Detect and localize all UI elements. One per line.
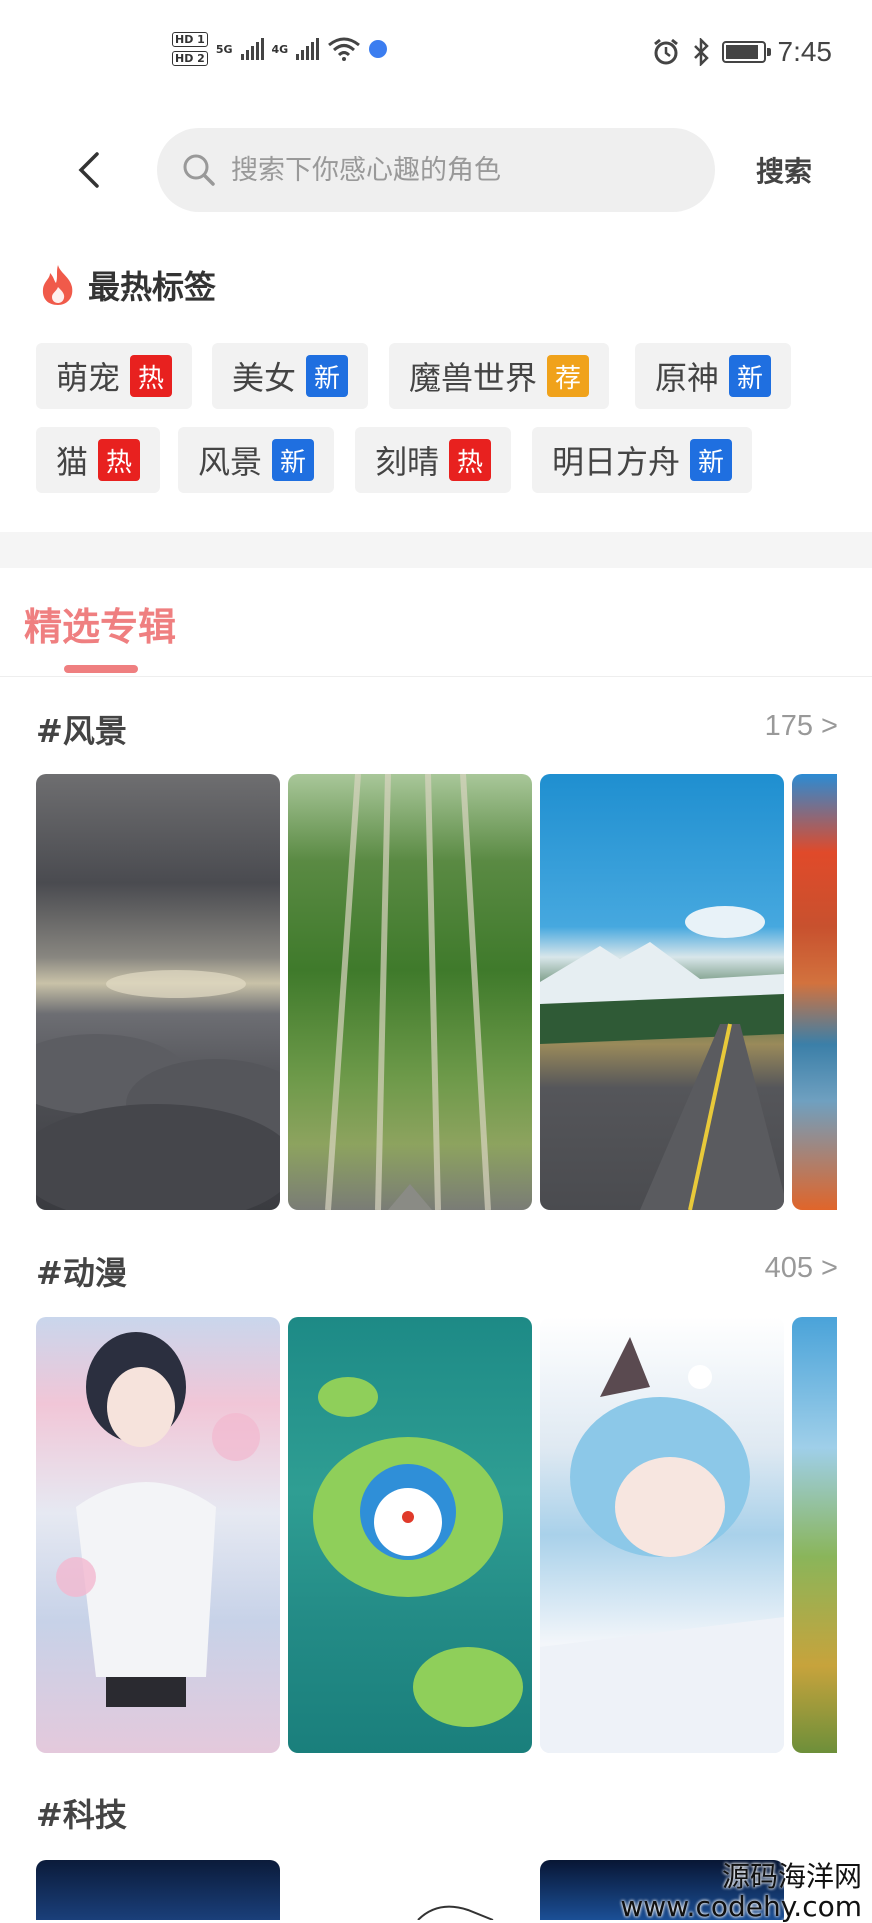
battery-icon [721, 41, 771, 63]
wallpaper-thumbnail-clouds[interactable] [36, 774, 280, 1210]
sketch-image [417, 1905, 494, 1920]
status-time: 7:45 [777, 36, 833, 67]
category-title-tech[interactable]: #科技 [36, 1790, 127, 1836]
tag-item[interactable]: 萌宠 热 [36, 343, 193, 409]
category-count-anime[interactable]: 405 > [765, 1252, 838, 1285]
watermark-line1: 源码海洋网 [721, 1860, 862, 1893]
search-input[interactable] [229, 153, 693, 187]
tag-item[interactable]: 美女 新 [212, 343, 369, 409]
status-left: HD 1 HD 2 5G 4G [172, 32, 388, 66]
signal-icon [240, 38, 264, 60]
tag-badge: 新 [272, 439, 315, 481]
flame-icon [42, 265, 73, 305]
tag-item[interactable]: 风景 新 [178, 427, 335, 493]
signal-icon-2 [296, 38, 320, 60]
wallpaper-thumbnail-sketch[interactable] [288, 1860, 532, 1920]
chevron-left-icon [78, 152, 99, 188]
wallpaper-thumbnail-doraemon[interactable] [288, 1317, 532, 1753]
tag-name: 魔兽世界 [409, 359, 538, 397]
status-bar: HD 1 HD 2 5G 4G 7:45 [0, 0, 872, 110]
tag-name: 美女 [232, 359, 297, 397]
tree-image [325, 774, 491, 1210]
alarm-icon [653, 38, 678, 65]
tag-badge: 荐 [547, 355, 590, 397]
hd2-label: HD 2 [172, 51, 208, 66]
cloud-image [36, 970, 280, 1210]
hot-tags-title: 最热标签 [88, 268, 217, 306]
wallpaper-thumbnail-anime-cat[interactable] [540, 1317, 784, 1753]
network-5g-label: 5G [215, 42, 233, 56]
tag-name: 刻晴 [375, 443, 440, 481]
tag-name: 原神 [655, 359, 720, 397]
tag-badge: 热 [130, 355, 173, 397]
tag-item[interactable]: 明日方舟 新 [532, 427, 753, 493]
tag-badge: 新 [306, 355, 349, 397]
watermark-line2: www.codehy.com [620, 1890, 862, 1923]
search-bar[interactable] [157, 128, 715, 212]
search-icon [183, 154, 215, 186]
wallpaper-thumbnail-landscape[interactable] [792, 1317, 837, 1753]
network-4g-label: 4G [271, 42, 289, 56]
wallpaper-thumbnail-trees[interactable] [288, 774, 532, 1210]
tag-badge: 热 [449, 439, 492, 481]
tag-badge: 热 [98, 439, 141, 481]
tag-name: 明日方舟 [552, 443, 681, 481]
road-image [540, 906, 784, 1210]
section-divider [0, 532, 872, 568]
tag-item[interactable]: 原神 新 [635, 343, 792, 409]
hd-indicators: HD 1 HD 2 [172, 32, 208, 66]
tag-item[interactable]: 魔兽世界 荐 [389, 343, 610, 409]
back-button[interactable] [68, 150, 108, 190]
tag-name: 风景 [198, 443, 263, 481]
search-button[interactable]: 搜索 [756, 150, 812, 190]
tag-name: 萌宠 [56, 359, 121, 397]
wallpaper-thumbnail-space[interactable] [36, 1860, 280, 1920]
hot-tags-header: 最热标签 [38, 262, 216, 308]
tag-badge: 新 [729, 355, 772, 397]
tag-name: 猫 [56, 443, 89, 481]
tab-divider [0, 676, 872, 677]
hd1-label: HD 1 [172, 32, 208, 47]
wallpaper-thumbnail-autumn[interactable] [792, 774, 837, 1210]
anime-girl-image [56, 1332, 260, 1707]
wifi-icon [328, 37, 361, 61]
category-title-anime[interactable]: #动漫 [36, 1248, 127, 1294]
tag-item[interactable]: 刻晴 热 [355, 427, 512, 493]
status-right: 7:45 [652, 36, 833, 68]
category-count-scenery[interactable]: 175 > [765, 710, 838, 743]
tag-badge: 新 [690, 439, 733, 481]
app-notification-icon [369, 40, 388, 58]
tab-featured-albums[interactable]: 精选专辑 [24, 596, 176, 651]
tab-active-indicator [64, 665, 138, 673]
bluetooth-icon [693, 38, 709, 66]
anime-cat-girl-image [540, 1337, 784, 1753]
doraemon-image [313, 1377, 523, 1727]
category-title-scenery[interactable]: #风景 [36, 706, 127, 752]
wallpaper-thumbnail-anime-girl[interactable] [36, 1317, 280, 1753]
tag-item[interactable]: 猫 热 [36, 427, 161, 493]
wallpaper-thumbnail-road[interactable] [540, 774, 784, 1210]
watermark: 源码海洋网 www.codehy.com [620, 1862, 862, 1922]
